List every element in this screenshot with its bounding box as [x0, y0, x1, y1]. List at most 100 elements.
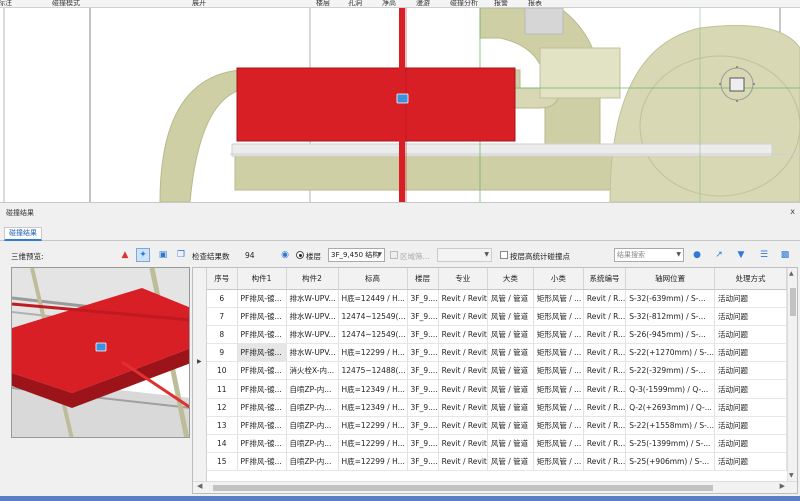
table-cell[interactable]: 8	[207, 325, 238, 345]
table-cell[interactable]: 自喷ZP-内...	[286, 452, 339, 472]
vertical-scrollbar[interactable]: ▲ ▼	[787, 268, 797, 481]
table-cell[interactable]: 风管 / 管道	[487, 361, 534, 381]
table-cell[interactable]: 12474~12549(...	[338, 307, 408, 326]
floor-elevation-checkbox[interactable]	[500, 251, 508, 259]
table-cell[interactable]: 3F_9....	[407, 307, 439, 326]
table-cell[interactable]: 活动问题	[714, 361, 787, 381]
table-cell[interactable]: S-25(+906mm) / S-...	[625, 452, 715, 472]
copy-icon[interactable]: ❐	[174, 248, 188, 262]
scroll-up-icon[interactable]: ▲	[789, 270, 794, 277]
share-icon[interactable]: ↗	[712, 248, 726, 262]
table-cell[interactable]: 活动问题	[714, 452, 787, 472]
table-cell[interactable]: Revit / R...	[583, 379, 627, 399]
table-cell[interactable]: Revit / R...	[583, 416, 627, 436]
table-cell[interactable]: Revit / Revit	[438, 325, 488, 345]
table-cell[interactable]: 12475~12488(...	[338, 361, 408, 381]
table-cell[interactable]: Revit / Revit	[438, 398, 488, 417]
table-cell[interactable]: PF排风-镀...	[237, 325, 287, 345]
table-cell[interactable]: 10	[207, 361, 238, 381]
table-cell[interactable]: Revit / R...	[583, 343, 627, 363]
scroll-down-icon[interactable]: ▼	[789, 472, 794, 479]
table-cell[interactable]: 风管 / 管道	[487, 398, 534, 417]
scroll-right-icon[interactable]: ▶	[780, 482, 785, 490]
table-cell[interactable]: 矩形风管 / ...	[533, 361, 584, 381]
table-cell[interactable]: PF排风-镀...	[237, 434, 287, 454]
table-cell[interactable]: Revit / Revit	[438, 343, 488, 363]
table-cell[interactable]: PF排风-镀...	[237, 343, 287, 363]
table-cell[interactable]: H底=12299 / H...	[338, 452, 408, 472]
three-d-preview[interactable]	[11, 267, 190, 438]
col-header-system-code[interactable]: 系统编号	[583, 268, 627, 290]
table-cell[interactable]: 矩形风管 / ...	[533, 343, 584, 363]
col-header-grid-position[interactable]: 轴网位置	[625, 268, 715, 290]
table-cell[interactable]: 矩形风管 / ...	[533, 325, 584, 345]
fit-view-icon[interactable]: ✦	[136, 248, 150, 262]
table-cell[interactable]: Revit / Revit	[438, 361, 488, 381]
table-cell[interactable]: 风管 / 管道	[487, 452, 534, 472]
table-cell[interactable]: Revit / Revit	[438, 452, 488, 472]
table-row[interactable]: 11 PF排风-镀... 自喷ZP-内... H底=12349 / H... 3F_9.…	[207, 379, 787, 399]
list-icon[interactable]: ☰	[757, 248, 771, 262]
table-cell[interactable]: PF排风-镀...	[237, 379, 287, 399]
table-cell[interactable]: 15	[207, 452, 238, 472]
close-icon[interactable]: x	[790, 207, 795, 216]
col-header-elevation[interactable]: 标高	[338, 268, 408, 290]
table-cell[interactable]: 排水W-UPV...	[286, 325, 339, 345]
table-cell[interactable]: 3F_9....	[407, 325, 439, 345]
table-cell[interactable]: 矩形风管 / ...	[533, 379, 584, 399]
table-cell[interactable]: 3F_9....	[407, 289, 439, 308]
table-cell[interactable]: 风管 / 管道	[487, 416, 534, 436]
table-cell[interactable]: S-26(-945mm) / S-...	[625, 325, 715, 345]
table-cell[interactable]: H底=12299 / H...	[338, 434, 408, 454]
table-cell[interactable]: 3F_9....	[407, 434, 439, 454]
table-cell[interactable]: 12474~12549(...	[338, 325, 408, 345]
table-row[interactable]: 8 PF排风-镀... 排水W-UPV... 12474~12549(... 3F_9.…	[207, 325, 787, 345]
col-header-component2[interactable]: 构件2	[286, 268, 339, 290]
area-select[interactable]: ▼	[437, 248, 492, 262]
table-cell[interactable]: H底=12349 / H...	[338, 398, 408, 417]
table-cell[interactable]: Revit / R...	[583, 434, 627, 454]
scroll-thumb[interactable]	[213, 485, 713, 491]
table-cell[interactable]: Revit / R...	[583, 289, 627, 308]
table-cell[interactable]: 自喷ZP-内...	[286, 379, 339, 399]
table-cell[interactable]: Revit / Revit	[438, 434, 488, 454]
table-cell[interactable]: Revit / R...	[583, 398, 627, 417]
table-cell[interactable]: 11	[207, 379, 238, 399]
floor-radio[interactable]	[296, 251, 304, 259]
table-cell[interactable]: S-32(-812mm) / S-...	[625, 307, 715, 326]
table-cell[interactable]: 矩形风管 / ...	[533, 307, 584, 326]
table-cell[interactable]: Revit / R...	[583, 452, 627, 472]
table-cell[interactable]: 3F_9....	[407, 343, 439, 363]
ribbon-item[interactable]: 碰撞分析	[450, 0, 478, 7]
table-cell[interactable]: 活动问题	[714, 307, 787, 326]
table-cell[interactable]: 矩形风管 / ...	[533, 434, 584, 454]
table-cell[interactable]: 3F_9....	[407, 361, 439, 381]
table-cell[interactable]: 活动问题	[714, 325, 787, 345]
table-cell[interactable]: Revit / R...	[583, 361, 627, 381]
table-cell[interactable]: 风管 / 管道	[487, 343, 534, 363]
table-cell[interactable]: 3F_9....	[407, 452, 439, 472]
table-cell[interactable]: 风管 / 管道	[487, 379, 534, 399]
ribbon-item[interactable]: l标注	[0, 0, 12, 7]
table-cell[interactable]: 活动问题	[714, 416, 787, 436]
table-cell[interactable]: 排水W-UPV...	[286, 289, 339, 308]
col-header-category[interactable]: 大类	[487, 268, 534, 290]
ribbon-item[interactable]: 楼层	[316, 0, 330, 7]
col-header-floor[interactable]: 楼层	[407, 268, 439, 290]
table-cell[interactable]: Q-2(+2693mm) / Q-...	[625, 398, 715, 417]
table-cell[interactable]: 风管 / 管道	[487, 434, 534, 454]
table-cell[interactable]: PF排风-镀...	[237, 416, 287, 436]
table-cell[interactable]: H底=12299 / H...	[338, 343, 408, 363]
table-cell[interactable]: S-32(-639mm) / S-...	[625, 289, 715, 308]
table-cell[interactable]: H底=12349 / H...	[338, 379, 408, 399]
table-row[interactable]: 14 PF排风-镀... 自喷ZP-内... H底=12299 / H... 3F_9.…	[207, 434, 787, 454]
table-cell[interactable]: 矩形风管 / ...	[533, 416, 584, 436]
table-cell[interactable]: 矩形风管 / ...	[533, 398, 584, 417]
table-cell[interactable]: PF排风-镀...	[237, 452, 287, 472]
table-cell[interactable]: 矩形风管 / ...	[533, 452, 584, 472]
table-row[interactable]: 7 PF排风-镀... 排水W-UPV... 12474~12549(... 3F_9.…	[207, 307, 787, 326]
table-cell[interactable]: PF排风-镀...	[237, 307, 287, 326]
table-cell[interactable]: Revit / Revit	[438, 289, 488, 308]
ribbon-item[interactable]: 净高	[382, 0, 396, 7]
table-cell[interactable]: 风管 / 管道	[487, 325, 534, 345]
